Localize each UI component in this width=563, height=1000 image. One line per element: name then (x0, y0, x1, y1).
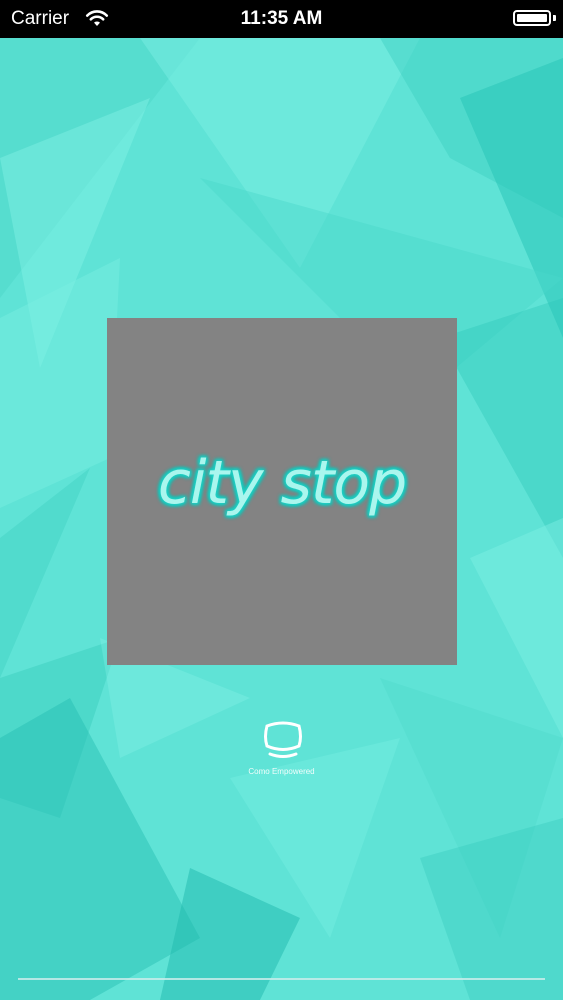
battery-fill (517, 14, 547, 22)
powered-by-label: Como Empowered (248, 767, 315, 776)
como-logo-icon (264, 721, 302, 758)
app-logo-text: city stop (157, 448, 407, 518)
battery-icon (513, 10, 551, 26)
app-logo-card: city stop (107, 318, 457, 665)
splash-screen: Carrier 11:35 AM city stop Como Empowere… (0, 0, 563, 1000)
battery-tip (553, 15, 556, 21)
status-bar: Carrier 11:35 AM (0, 0, 563, 38)
clock: 11:35 AM (240, 8, 323, 29)
home-indicator-line (18, 978, 545, 980)
